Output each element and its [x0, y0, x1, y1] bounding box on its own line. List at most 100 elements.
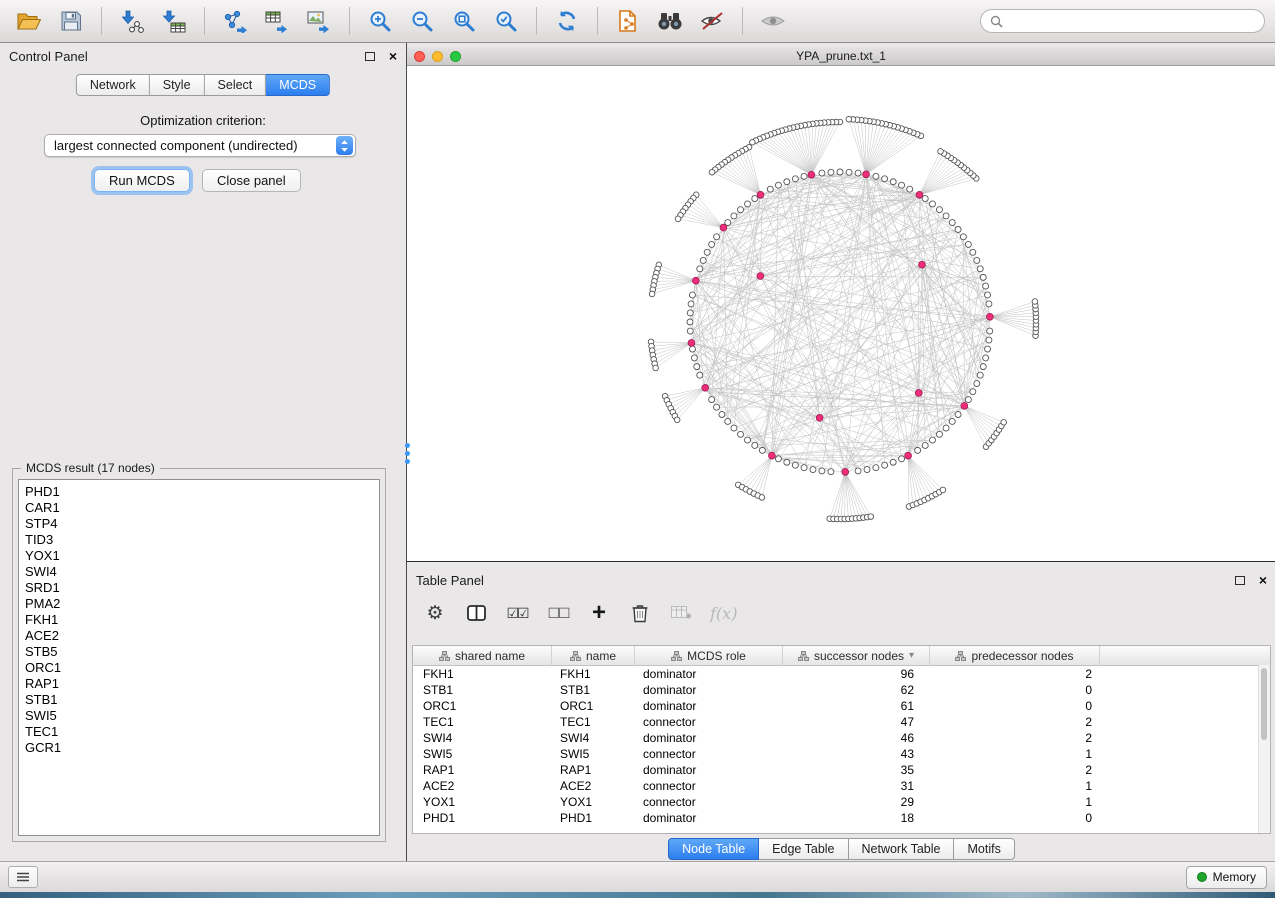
- plus-icon: +: [592, 603, 606, 622]
- close-panel-button[interactable]: Close panel: [202, 169, 301, 192]
- column-header-shared-name[interactable]: shared name: [413, 646, 552, 665]
- toolbar-separator: [204, 7, 205, 35]
- panels-menu-button[interactable]: [8, 866, 38, 888]
- save-session-button[interactable]: [52, 4, 90, 38]
- memory-button[interactable]: Memory: [1186, 866, 1267, 889]
- search-input[interactable]: [1009, 13, 1255, 29]
- mcds-result-item[interactable]: YOX1: [25, 548, 379, 564]
- tab-select[interactable]: Select: [205, 74, 267, 96]
- tab-network[interactable]: Network: [76, 74, 150, 96]
- tab-motifs[interactable]: Motifs: [954, 838, 1014, 860]
- delete-column-button[interactable]: [628, 600, 652, 626]
- mcds-result-item[interactable]: ACE2: [25, 628, 379, 644]
- export-image-button[interactable]: [300, 4, 338, 38]
- table-row[interactable]: ACE2ACE2connector311: [413, 778, 1270, 794]
- mcds-result-item[interactable]: FKH1: [25, 612, 379, 628]
- window-maximize-icon[interactable]: [450, 51, 461, 62]
- refresh-layout-button[interactable]: [548, 4, 586, 38]
- float-panel-icon[interactable]: [365, 52, 375, 61]
- mcds-result-item[interactable]: RAP1: [25, 676, 379, 692]
- zoom-fit-button[interactable]: [445, 4, 483, 38]
- main-toolbar: [0, 0, 1275, 43]
- table-row[interactable]: STB1STB1dominator620: [413, 682, 1270, 698]
- zoom-selected-button[interactable]: [487, 4, 525, 38]
- mcds-result-item[interactable]: SRD1: [25, 580, 379, 596]
- mcds-result-item[interactable]: STB1: [25, 692, 379, 708]
- tab-edge-table[interactable]: Edge Table: [759, 838, 848, 860]
- table-settings-button[interactable]: ⚙: [423, 600, 447, 626]
- scrollbar-thumb[interactable]: [1261, 668, 1267, 740]
- control-panel-tabs: Network Style Select MCDS: [76, 74, 330, 96]
- network-graph[interactable]: [407, 66, 1275, 562]
- zoom-out-button[interactable]: [403, 4, 441, 38]
- select-all-icon: ☑☑: [506, 605, 527, 622]
- select-all-rows-button[interactable]: ☑☑: [505, 600, 529, 626]
- tab-mcds[interactable]: MCDS: [266, 74, 330, 96]
- mcds-result-item[interactable]: PHD1: [25, 484, 379, 500]
- table-scrollbar[interactable]: [1258, 665, 1270, 833]
- mcds-result-item[interactable]: STP4: [25, 516, 379, 532]
- table-row[interactable]: TEC1TEC1connector472: [413, 714, 1270, 730]
- toggle-visibility-button[interactable]: [754, 4, 792, 38]
- mcds-result-item[interactable]: CAR1: [25, 500, 379, 516]
- table-row[interactable]: SWI5SWI5connector431: [413, 746, 1270, 762]
- cell-predecessor_nodes: 2: [930, 762, 1100, 778]
- column-selector-button[interactable]: [464, 600, 488, 626]
- table-row[interactable]: FKH1FKH1dominator962: [413, 666, 1270, 682]
- tab-node-table[interactable]: Node Table: [668, 838, 759, 860]
- column-header-mcds-role[interactable]: MCDS role: [635, 646, 783, 665]
- export-table-button[interactable]: [258, 4, 296, 38]
- node-table-body: FKH1FKH1dominator962STB1STB1dominator620…: [413, 666, 1270, 826]
- mcds-result-item[interactable]: GCR1: [25, 740, 379, 756]
- control-panel-title: Control Panel: [9, 49, 88, 64]
- cell-successor_nodes: 29: [783, 794, 930, 810]
- column-header-predecessor-nodes[interactable]: predecessor nodes: [930, 646, 1100, 665]
- window-controls: [414, 51, 461, 62]
- mcds-result-item[interactable]: STB5: [25, 644, 379, 660]
- tab-style[interactable]: Style: [150, 74, 205, 96]
- share-document-button[interactable]: [609, 4, 647, 38]
- zoom-in-button[interactable]: [361, 4, 399, 38]
- import-table-button[interactable]: [155, 4, 193, 38]
- table-row[interactable]: PHD1PHD1dominator180: [413, 810, 1270, 826]
- table-row[interactable]: SWI4SWI4dominator462: [413, 730, 1270, 746]
- column-header-successor-nodes[interactable]: successor nodes ▾: [783, 646, 930, 665]
- cell-shared_name: ORC1: [413, 698, 552, 714]
- eye-slash-icon: [699, 11, 725, 31]
- toggle-graphics-details-button[interactable]: [693, 4, 731, 38]
- fx-icon: f(x): [710, 604, 737, 623]
- search-network-button[interactable]: [651, 4, 689, 38]
- close-panel-icon[interactable]: ×: [1259, 573, 1267, 587]
- table-row[interactable]: YOX1YOX1connector291: [413, 794, 1270, 810]
- mcds-result-list[interactable]: PHD1CAR1STP4TID3YOX1SWI4SRD1PMA2FKH1ACE2…: [18, 479, 380, 836]
- create-column-button[interactable]: +: [587, 600, 611, 626]
- export-network-button[interactable]: [216, 4, 254, 38]
- window-minimize-icon[interactable]: [432, 51, 443, 62]
- panel-splitter-handle[interactable]: [403, 443, 411, 464]
- network-canvas[interactable]: [407, 66, 1275, 561]
- mcds-result-item[interactable]: SWI5: [25, 708, 379, 724]
- tab-network-table[interactable]: Network Table: [849, 838, 955, 860]
- mcds-result-item[interactable]: ORC1: [25, 660, 379, 676]
- column-header-name[interactable]: name: [552, 646, 635, 665]
- table-row[interactable]: ORC1ORC1dominator610: [413, 698, 1270, 714]
- table-row[interactable]: RAP1RAP1dominator352: [413, 762, 1270, 778]
- mcds-result-item[interactable]: PMA2: [25, 596, 379, 612]
- run-mcds-button[interactable]: Run MCDS: [94, 169, 190, 192]
- import-network-button[interactable]: [113, 4, 151, 38]
- cell-successor_nodes: 61: [783, 698, 930, 714]
- criterion-dropdown[interactable]: largest connected component (undirected): [44, 134, 356, 157]
- mcds-result-item[interactable]: SWI4: [25, 564, 379, 580]
- import-network-icon: [119, 9, 145, 33]
- float-panel-icon[interactable]: [1235, 576, 1245, 585]
- cell-mcds_role: dominator: [635, 730, 783, 746]
- cell-mcds_role: dominator: [635, 666, 783, 682]
- deselect-all-rows-button[interactable]: ☐☐: [546, 600, 570, 626]
- close-panel-icon[interactable]: ×: [389, 49, 397, 63]
- window-close-icon[interactable]: [414, 51, 425, 62]
- mcds-result-item[interactable]: TID3: [25, 532, 379, 548]
- import-table-icon: [161, 9, 187, 33]
- open-file-button[interactable]: [10, 4, 48, 38]
- cell-successor_nodes: 96: [783, 666, 930, 682]
- mcds-result-item[interactable]: TEC1: [25, 724, 379, 740]
